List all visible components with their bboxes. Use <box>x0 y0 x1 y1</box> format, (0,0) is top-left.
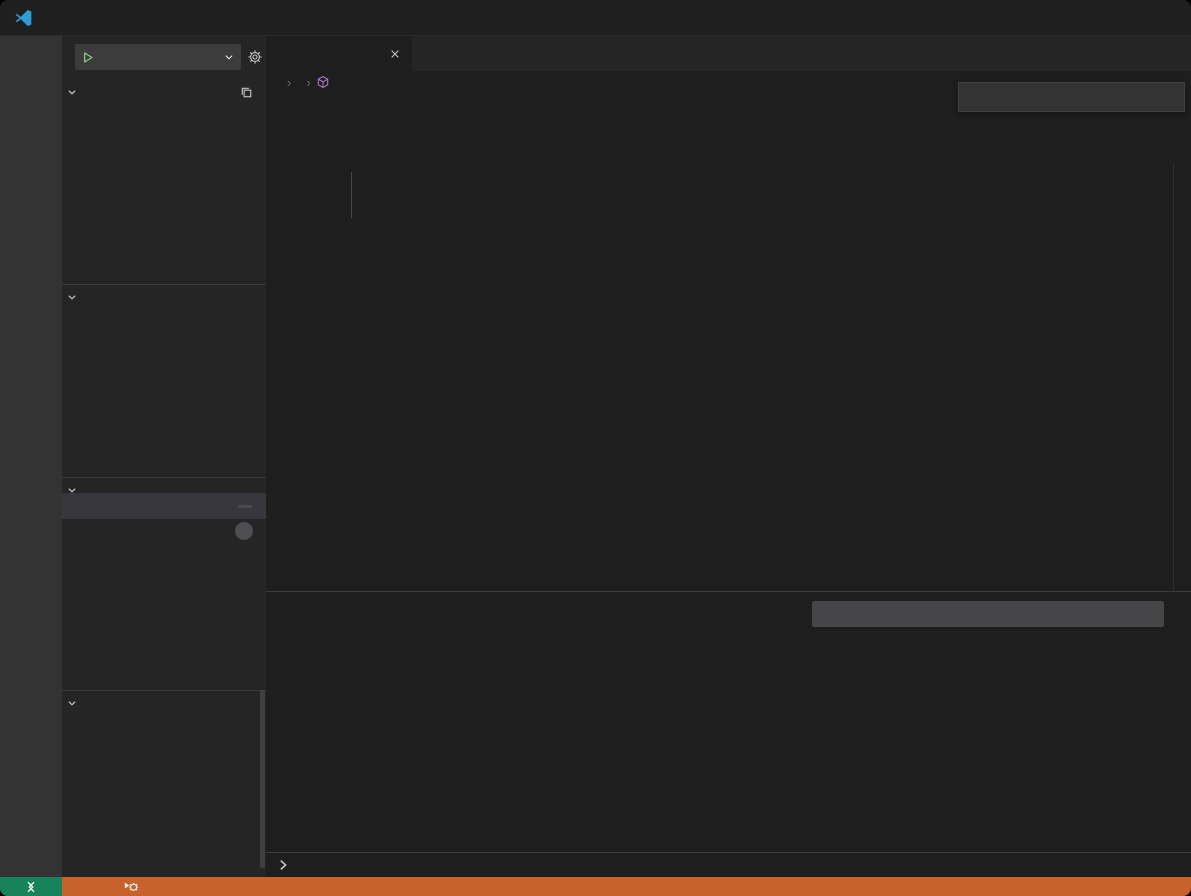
bottom-panel <box>266 591 1191 877</box>
call-stack-frame[interactable] <box>62 493 266 519</box>
editor-actions <box>1177 36 1191 71</box>
chevron-down-icon <box>223 51 235 63</box>
editor-and-panel: › › <box>266 36 1191 877</box>
start-debugging-icon <box>81 51 94 64</box>
code-editor[interactable] <box>266 93 1191 591</box>
debug-console-output[interactable] <box>266 636 1191 643</box>
editor-group: › › <box>266 36 1191 591</box>
watch-section-header[interactable] <box>62 284 266 308</box>
copy-value-icon[interactable] <box>239 85 254 100</box>
chevron-down-icon <box>66 697 78 709</box>
chevron-right-icon: › <box>306 75 310 90</box>
chevron-right-icon <box>276 858 290 872</box>
debug-toolbar <box>958 82 1185 112</box>
breakpoints-section-header[interactable] <box>62 690 266 714</box>
debug-console-input[interactable] <box>266 852 1191 877</box>
panel-header <box>266 592 1191 636</box>
problems-status[interactable] <box>66 877 80 896</box>
close-icon[interactable] <box>388 47 402 61</box>
debug-gear-icon[interactable] <box>247 49 263 65</box>
titlebar <box>0 0 1191 36</box>
activity-bar <box>0 36 62 877</box>
session-badge <box>235 522 253 540</box>
remote-indicator[interactable] <box>0 877 62 896</box>
chevron-down-icon <box>66 291 78 303</box>
remote-icon <box>24 880 38 894</box>
launch-config-dropdown[interactable] <box>75 44 241 70</box>
indent-guide <box>351 172 352 218</box>
debug-launch-row <box>62 36 266 78</box>
variables-section-header[interactable] <box>62 80 266 104</box>
editor-tab-bar <box>266 36 1191 71</box>
tab-main.c[interactable] <box>266 36 412 71</box>
debug-status-icon[interactable] <box>116 877 146 896</box>
workbench: › › <box>0 36 1191 877</box>
sidebar-scrollbar[interactable] <box>260 690 265 868</box>
frame-line-column-badge <box>238 505 252 508</box>
symbol-method-icon <box>316 75 330 89</box>
filter-input[interactable] <box>812 601 1164 627</box>
bug-play-icon <box>123 879 139 895</box>
vscode-logo-icon <box>13 8 33 28</box>
run-and-debug-sidebar <box>62 36 266 877</box>
status-bar <box>0 877 1191 896</box>
ports-status[interactable] <box>92 877 106 896</box>
chevron-right-icon: › <box>287 75 291 90</box>
vscode-window: › › <box>0 0 1191 896</box>
chevron-down-icon <box>66 86 78 98</box>
